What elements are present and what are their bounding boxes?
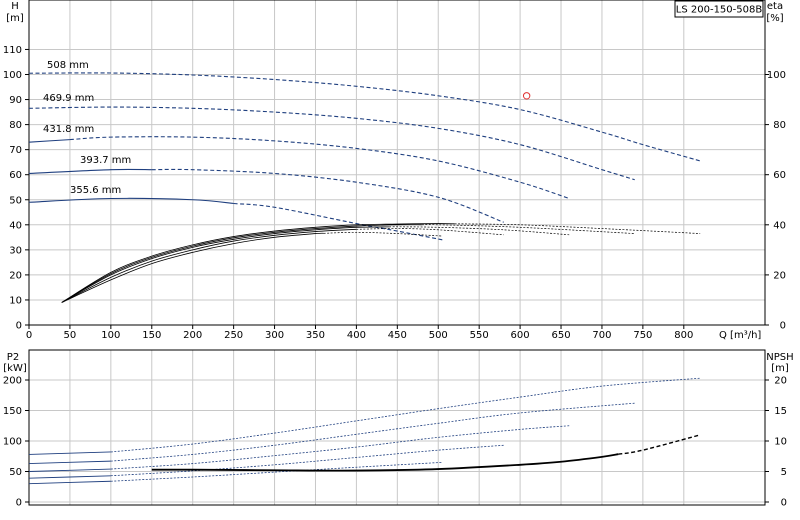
head-curve-355-6-solid (28, 197, 234, 205)
eta-axis-label-line1: eta (767, 1, 783, 12)
eta-tick-label: 60 (773, 170, 786, 181)
eta-tick-label: 80 (773, 120, 786, 131)
npsh-axis-label-line2: [m] (771, 363, 789, 374)
title-box-text: LS 200-150-508B (676, 5, 763, 16)
flow-tick-label: 400 (347, 330, 366, 341)
head-tick-label: 70 (9, 145, 22, 156)
power-tick-label: 0 (16, 498, 22, 509)
flow-tick-label: 600 (511, 330, 530, 341)
flow-tick-label: 350 (306, 330, 325, 341)
pump-performance-chart: LS 200-150-508B H [m] eta [%] Q [m³/h] 0… (3, 0, 794, 509)
flow-tick-label: 200 (183, 330, 202, 341)
power-curve-431-8 (110, 425, 570, 470)
duty-point-marker (522, 92, 531, 100)
power-axis-label-line1: P2 (7, 352, 19, 363)
flow-tick-label: 650 (551, 330, 570, 341)
power-tick-label: 150 (3, 406, 22, 417)
bottom-chart-ticks: 0 50 100 150 200 0 5 10 15 20 (3, 376, 787, 509)
label-508-mm: 508 mm (47, 60, 89, 71)
npsh-tick-label: 15 (774, 406, 787, 417)
head-curve-469-9 (28, 106, 635, 181)
eta-tick-label: 0 (780, 321, 786, 332)
head-axis-label-line1: H (11, 1, 19, 12)
head-tick-label: 30 (9, 245, 22, 256)
top-chart-curves (28, 72, 701, 303)
bottom-chart-grid (29, 350, 765, 505)
head-curve-393-7 (151, 168, 504, 223)
flow-tick-label: 100 (101, 330, 120, 341)
head-tick-label: 10 (9, 295, 22, 306)
head-tick-label: 60 (9, 170, 22, 181)
npsh-axis-label-line1: NPSH (766, 352, 793, 363)
power-tick-label: 50 (9, 467, 22, 478)
flow-axis-label: Q [m³/h] (719, 330, 761, 341)
efficiency-curve-393-7 (356, 228, 504, 236)
flow-tick-label: 250 (224, 330, 243, 341)
head-tick-label: 40 (9, 220, 22, 231)
npsh-curve (618, 434, 701, 455)
npsh-tick-label: 10 (774, 437, 787, 448)
power-axis-label-line2: [kW] (3, 363, 27, 374)
head-tick-label: 100 (3, 70, 22, 81)
npsh-tick-label: 5 (781, 467, 787, 478)
power-tick-label: 200 (3, 376, 22, 387)
flow-tick-label: 500 (429, 330, 448, 341)
head-tick-label: 50 (9, 195, 22, 206)
npsh-tick-label: 0 (781, 498, 787, 509)
head-tick-label: 0 (16, 321, 22, 332)
head-curve-431-8 (69, 136, 570, 200)
power-curve-469-9 (110, 402, 635, 462)
flow-tick-label: 300 (265, 330, 284, 341)
eta-tick-label: 20 (773, 270, 786, 281)
head-tick-label: 90 (9, 95, 22, 106)
label-355-6-mm: 355.6 mm (70, 185, 121, 196)
eta-axis-label-line2: [%] (766, 13, 783, 24)
efficiency-curve-355-6 (323, 231, 443, 237)
label-431-8-mm: 431.8 mm (43, 124, 94, 135)
flow-tick-label: 550 (470, 330, 489, 341)
pump-curve-figure: LS 200-150-508B H [m] eta [%] Q [m³/h] 0… (0, 0, 800, 520)
eta-tick-label: 100 (767, 70, 786, 81)
flow-tick-label: 750 (633, 330, 652, 341)
npsh-curve-solid (151, 453, 619, 472)
npsh-tick-label: 20 (774, 376, 787, 387)
eta-tick-label: 40 (773, 220, 786, 231)
head-tick-label: 20 (9, 270, 22, 281)
efficiency-curve-469-9 (421, 224, 635, 234)
head-tick-label: 110 (3, 45, 22, 56)
head-axis-label-line2: [m] (6, 13, 24, 24)
head-tick-label: 80 (9, 120, 22, 131)
flow-tick-label: 50 (64, 330, 77, 341)
flow-tick-label: 0 (26, 330, 32, 341)
bottom-chart-curves (28, 377, 701, 485)
flow-tick-label: 150 (142, 330, 161, 341)
efficiency-curve-393-7-solid (61, 228, 357, 303)
flow-tick-label: 450 (388, 330, 407, 341)
flow-tick-label: 700 (592, 330, 611, 341)
head-curve-393-7-solid (28, 168, 152, 174)
power-tick-label: 100 (3, 437, 22, 448)
flow-tick-label: 800 (674, 330, 693, 341)
efficiency-curve-469-9-solid (61, 224, 422, 303)
label-469-9-mm: 469.9 mm (43, 93, 94, 104)
head-curve-508 (28, 72, 701, 162)
top-chart-grid (29, 0, 765, 325)
label-393-7-mm: 393.7 mm (80, 155, 131, 166)
head-curve-431-8-solid (28, 139, 70, 143)
